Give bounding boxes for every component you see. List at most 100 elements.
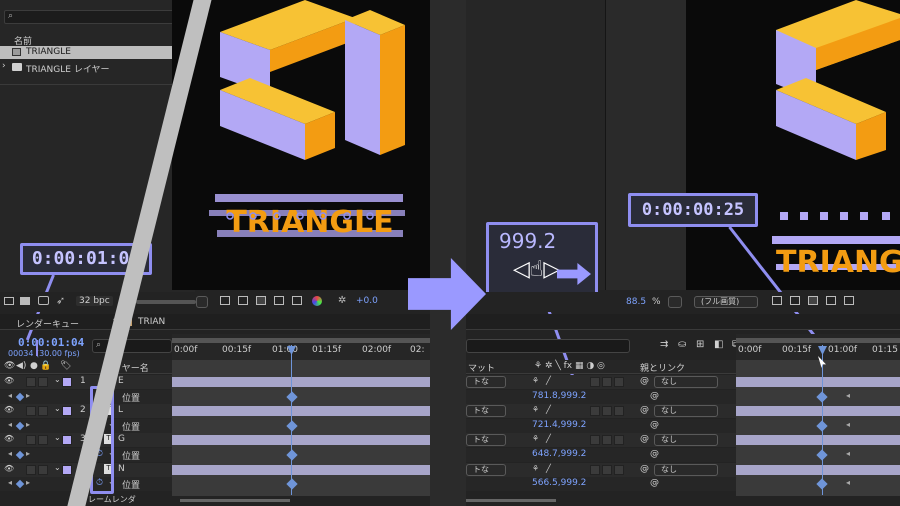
eye-icon[interactable]: 👁 xyxy=(4,361,15,371)
pickwhip-icon[interactable]: @ xyxy=(640,405,649,415)
lock-box[interactable] xyxy=(38,435,48,446)
keyframe-nav-icon[interactable]: ▸ xyxy=(26,420,30,429)
work-area-bar[interactable] xyxy=(736,338,900,343)
motion-icon[interactable]: ⛀ xyxy=(678,339,686,350)
zoom-dropdown[interactable] xyxy=(668,296,682,308)
draft-icon[interactable]: ◧ xyxy=(714,339,723,350)
channel-icon[interactable] xyxy=(312,296,322,306)
playhead[interactable] xyxy=(822,345,823,495)
chevron-down-icon[interactable]: ⌄ xyxy=(54,404,61,413)
graph-icon[interactable]: ⇉ xyxy=(660,339,668,350)
collapse-icon[interactable]: ╱ xyxy=(546,434,551,443)
zoom-icon[interactable] xyxy=(220,296,230,305)
position-value[interactable]: 566.5,999.2 xyxy=(532,478,586,488)
shy-icon[interactable]: ⚘ xyxy=(532,434,539,443)
property-row[interactable]: 648.7,999.2 @ xyxy=(466,448,736,462)
switch-box[interactable] xyxy=(602,406,612,417)
layer-bar[interactable] xyxy=(736,464,900,475)
keyframe-nav-icon[interactable]: ◂ xyxy=(8,420,12,429)
solo-box[interactable] xyxy=(26,435,36,446)
quality-select[interactable] xyxy=(196,296,208,308)
safe-icon[interactable] xyxy=(274,296,284,305)
switch-box[interactable] xyxy=(590,435,600,446)
eye-icon[interactable]: 👁 xyxy=(4,376,14,385)
keyframe-nav-icon[interactable]: ▸ xyxy=(26,478,30,487)
position-value[interactable]: 721.4,999.2 xyxy=(532,420,586,430)
solo-icon[interactable]: ● xyxy=(30,361,38,371)
parent-select[interactable]: なし xyxy=(654,376,718,388)
property-row[interactable]: 721.4,999.2 @ xyxy=(466,418,736,433)
position-value[interactable]: 781.8,999.2 xyxy=(532,391,586,401)
frame-blend-icon[interactable]: ⊞ xyxy=(696,339,704,350)
safe-icon[interactable] xyxy=(826,296,836,305)
switch-box[interactable] xyxy=(614,464,624,475)
switch-box[interactable] xyxy=(614,377,624,387)
collapse-icon[interactable]: ╱ xyxy=(546,376,551,385)
keyframe-add-icon[interactable] xyxy=(15,421,25,431)
audio-icon[interactable]: ◀) xyxy=(16,361,26,371)
label-color[interactable] xyxy=(62,464,72,475)
region-icon[interactable] xyxy=(772,296,782,305)
pickwhip-icon[interactable]: @ xyxy=(640,434,649,444)
work-area-bar[interactable] xyxy=(172,338,430,343)
layer-bar[interactable] xyxy=(736,406,900,417)
current-time[interactable]: 0:00:01:04 xyxy=(18,336,84,349)
layer-bar[interactable] xyxy=(172,406,430,417)
camera-icon[interactable] xyxy=(38,296,49,305)
label-color[interactable] xyxy=(62,435,72,446)
time-ruler[interactable]: 0:00f 00:15f 01:00f 01:15 xyxy=(736,334,900,360)
position-value[interactable]: 648.7,999.2 xyxy=(532,449,586,459)
pickwhip-icon[interactable]: @ xyxy=(650,420,659,430)
playhead[interactable] xyxy=(291,345,292,495)
collapse-icon[interactable]: ╱ xyxy=(546,405,551,414)
bpc-label[interactable]: 32 bpc xyxy=(76,296,113,306)
overlay-icon[interactable] xyxy=(256,296,266,305)
parent-select[interactable]: なし xyxy=(654,405,718,418)
region-icon[interactable] xyxy=(292,296,302,305)
lock-box[interactable] xyxy=(38,377,48,387)
layer-row[interactable]: トな ⚘ ╱ @ なし xyxy=(466,404,736,419)
timeline-filter[interactable] xyxy=(466,339,630,353)
property-row[interactable]: 566.5,999.2 @ xyxy=(466,477,736,492)
tab-triangle[interactable]: TRIAN xyxy=(138,317,165,327)
chevron-down-icon[interactable]: ⌄ xyxy=(54,433,61,442)
switch-box[interactable] xyxy=(614,406,624,417)
keyframe-nav-icon[interactable]: ▸ xyxy=(26,391,30,400)
layer-bar[interactable] xyxy=(172,435,430,446)
lock-icon[interactable]: 🔒 xyxy=(40,361,51,371)
eye-icon[interactable]: 👁 xyxy=(4,464,14,473)
layer-name[interactable]: N xyxy=(118,464,125,474)
exposure-value[interactable]: +0.0 xyxy=(356,296,378,306)
keyframe-add-icon[interactable] xyxy=(15,479,25,489)
chevron-down-icon[interactable]: ⌄ xyxy=(54,375,61,384)
matte-select[interactable]: トな xyxy=(466,463,506,476)
solo-box[interactable] xyxy=(26,377,36,387)
zoom-value[interactable]: 88.5 xyxy=(626,297,646,307)
parent-select[interactable]: なし xyxy=(654,434,718,447)
label-icon[interactable]: 🏷 xyxy=(60,361,71,371)
property-row[interactable]: ◂ ▸ ⏱ ⌄ 位置 xyxy=(0,389,172,404)
shy-icon[interactable]: ⚘ xyxy=(532,464,539,473)
switch-box[interactable] xyxy=(590,406,600,417)
layer-name[interactable]: E xyxy=(118,376,124,386)
layer-name[interactable]: L xyxy=(118,405,123,415)
switch-box[interactable] xyxy=(602,464,612,475)
pickwhip-icon[interactable]: @ xyxy=(650,391,659,401)
property-row[interactable]: 781.8,999.2 @ xyxy=(466,389,736,404)
lock-box[interactable] xyxy=(38,406,48,417)
shy-icon[interactable]: ⚘ xyxy=(532,405,539,414)
snapshot-icon[interactable] xyxy=(238,296,248,305)
project-item-triangle[interactable]: TRIANGLE xyxy=(0,46,190,59)
keyframe-nav-icon[interactable]: ◂ xyxy=(8,449,12,458)
zoom-slider[interactable] xyxy=(466,499,556,502)
tab-render-queue[interactable]: レンダーキュー xyxy=(16,317,79,330)
grid-icon[interactable] xyxy=(4,297,14,305)
matte-select[interactable]: トな xyxy=(466,405,506,418)
layer-row[interactable]: トな ⚘ ╱ @ なし xyxy=(466,433,736,448)
eye-icon[interactable]: 👁 xyxy=(4,405,14,414)
timeline-search[interactable]: ⌕ xyxy=(92,339,172,353)
overlay-icon[interactable] xyxy=(808,296,818,305)
label-color[interactable] xyxy=(62,377,72,387)
layer-row[interactable]: 👁 ⌄ 1 T E xyxy=(0,375,172,389)
keyframe-nav-icon[interactable]: ◂ xyxy=(8,478,12,487)
